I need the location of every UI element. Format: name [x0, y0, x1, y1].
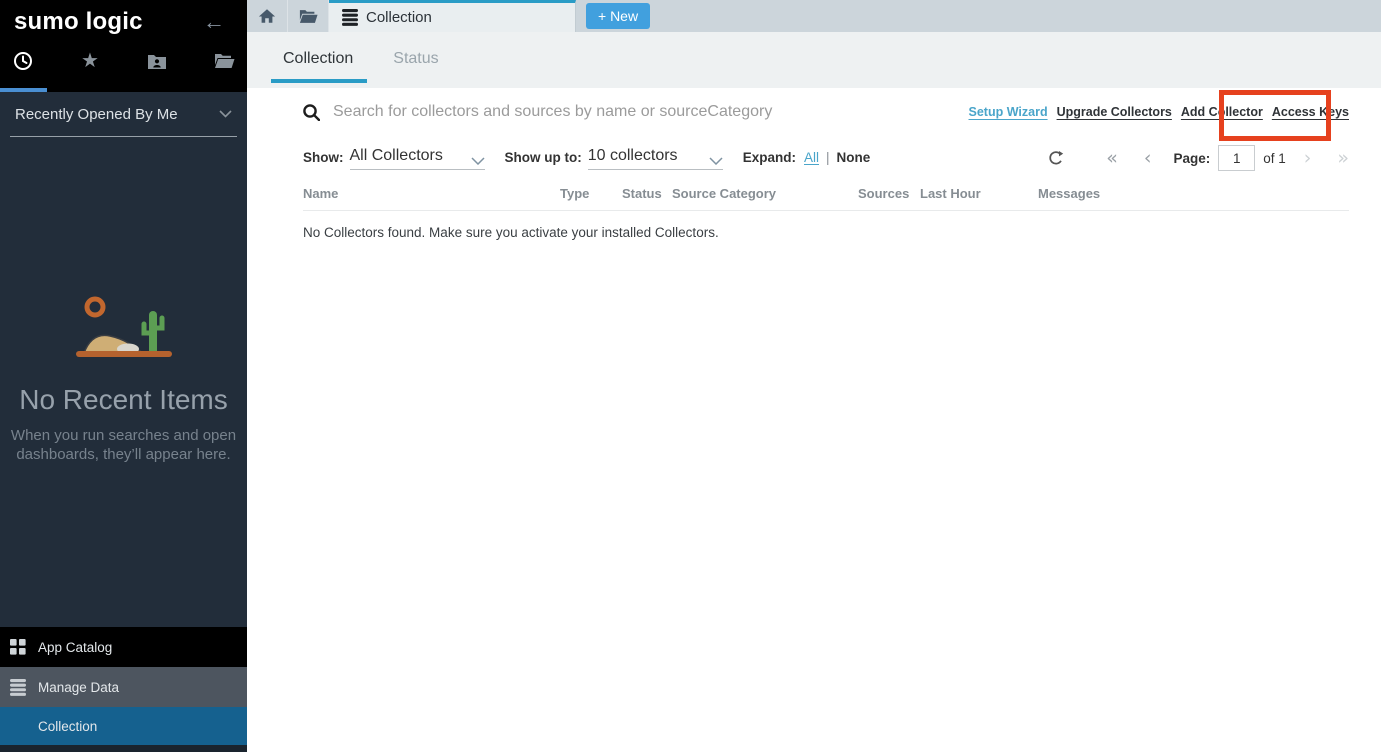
- collectors-table-header: Name Type Status Source Category Sources…: [303, 186, 1349, 211]
- desert-illustration: [64, 295, 184, 359]
- last-page-icon[interactable]: »: [1337, 149, 1349, 168]
- show-up-to-label: Show up to:: [505, 150, 582, 170]
- top-tab-bar: Collection + New: [247, 0, 1381, 32]
- chevron-down-icon: [471, 157, 485, 165]
- pagination-controls: « ‹ Page: of 1 › »: [1048, 145, 1349, 171]
- no-collectors-message: No Collectors found. Make sure you activ…: [271, 211, 1381, 240]
- show-up-to-value: 10 collectors: [588, 147, 678, 165]
- grid-icon: [10, 639, 26, 655]
- setup-wizard-link[interactable]: Setup Wizard: [969, 105, 1048, 119]
- subtab-collection[interactable]: Collection: [271, 32, 367, 88]
- no-recent-items-description: When you run searches and open dashboard…: [0, 426, 247, 464]
- menu-item-label: App Catalog: [38, 640, 112, 655]
- show-collectors-value: All Collectors: [350, 147, 443, 165]
- recents-clock-icon[interactable]: [12, 50, 34, 72]
- subtab-bar: Collection Status: [247, 32, 1381, 88]
- sidebar-icon-tabs: ★: [0, 36, 247, 72]
- sidebar-bottom-menu: App Catalog Manage Data Collection: [0, 627, 247, 752]
- description-line-1: When you run searches and open: [11, 427, 236, 444]
- column-messages[interactable]: Messages: [1038, 186, 1349, 201]
- tab-title: Collection: [366, 9, 432, 26]
- app-root: sumo logic ← ★ Recently Opened By Me: [0, 0, 1381, 752]
- previous-page-icon[interactable]: ‹: [1144, 149, 1152, 168]
- sumo-logic-logo: sumo logic: [14, 8, 143, 36]
- expand-controls: Expand: All | None: [743, 150, 871, 170]
- recently-opened-dropdown[interactable]: Recently Opened By Me: [10, 92, 237, 137]
- column-source-category[interactable]: Source Category: [672, 186, 858, 201]
- collector-action-links: Setup Wizard Upgrade Collectors Add Coll…: [969, 105, 1349, 119]
- access-keys-link[interactable]: Access Keys: [1272, 105, 1349, 119]
- sidebar-header: sumo logic ← ★: [0, 0, 247, 92]
- show-label: Show:: [303, 150, 344, 170]
- column-status[interactable]: Status: [622, 186, 672, 201]
- expand-all-link[interactable]: All: [804, 150, 819, 165]
- chevron-down-icon: [709, 157, 723, 165]
- column-name[interactable]: Name: [303, 186, 560, 201]
- first-page-icon[interactable]: «: [1106, 149, 1118, 168]
- search-icon: [303, 104, 320, 121]
- show-collectors-select[interactable]: All Collectors: [350, 147, 485, 170]
- new-button[interactable]: + New: [586, 3, 650, 29]
- sidebar-item-app-catalog[interactable]: App Catalog: [0, 627, 247, 667]
- refresh-icon[interactable]: [1048, 150, 1064, 166]
- sidebar: sumo logic ← ★ Recently Opened By Me: [0, 0, 247, 752]
- database-icon: [342, 9, 358, 26]
- add-collector-link[interactable]: Add Collector: [1181, 105, 1263, 119]
- recently-opened-label: Recently Opened By Me: [15, 106, 178, 123]
- expand-none-option[interactable]: None: [837, 150, 871, 165]
- filter-row: Show: All Collectors Show up to: 10 coll…: [271, 140, 1381, 176]
- description-line-2: dashboards, they’ll appear here.: [16, 446, 230, 463]
- personal-folder-icon[interactable]: [146, 50, 168, 72]
- subtab-status[interactable]: Status: [381, 32, 452, 88]
- library-folder-icon[interactable]: [213, 50, 235, 72]
- page-label: Page:: [1173, 151, 1210, 166]
- upgrade-collectors-link[interactable]: Upgrade Collectors: [1057, 105, 1172, 119]
- favorites-star-icon[interactable]: ★: [79, 50, 101, 72]
- search-input[interactable]: [333, 103, 959, 121]
- main-area: Collection + New Collection Status Setup…: [247, 0, 1381, 752]
- search-row: Setup Wizard Upgrade Collectors Add Coll…: [271, 88, 1381, 136]
- sidebar-next-item-sliver: [0, 745, 247, 752]
- database-icon: [10, 679, 26, 696]
- subtab-label: Collection: [283, 50, 353, 67]
- active-sidebar-tab-indicator: [0, 88, 47, 92]
- collection-tab[interactable]: Collection: [329, 0, 576, 32]
- page-count-text: of 1: [1263, 151, 1286, 166]
- folder-icon: [299, 9, 318, 24]
- sidebar-empty-state: No Recent Items When you run searches an…: [0, 295, 247, 464]
- page-number-input[interactable]: [1218, 145, 1255, 171]
- sidebar-item-collection[interactable]: Collection: [0, 707, 247, 745]
- collection-panel: Setup Wizard Upgrade Collectors Add Coll…: [271, 88, 1381, 752]
- column-last-hour[interactable]: Last Hour: [920, 186, 1038, 201]
- chevron-down-icon: [219, 110, 232, 118]
- library-button[interactable]: [288, 0, 329, 32]
- home-button[interactable]: [247, 0, 288, 32]
- collapse-sidebar-icon[interactable]: ←: [203, 11, 225, 33]
- menu-item-label: Manage Data: [38, 680, 119, 695]
- filter-controls: Show: All Collectors Show up to: 10 coll…: [303, 147, 870, 170]
- column-sources[interactable]: Sources: [858, 186, 920, 201]
- column-type[interactable]: Type: [560, 186, 622, 201]
- sidebar-item-manage-data[interactable]: Manage Data: [0, 667, 247, 707]
- subtab-label: Status: [393, 50, 438, 67]
- show-up-to-select[interactable]: 10 collectors: [588, 147, 723, 170]
- expand-separator: |: [826, 150, 830, 165]
- expand-label: Expand:: [743, 150, 796, 165]
- menu-item-label: Collection: [38, 719, 97, 734]
- no-recent-items-title: No Recent Items: [0, 384, 247, 416]
- next-page-icon[interactable]: ›: [1304, 149, 1312, 168]
- home-icon: [258, 8, 276, 24]
